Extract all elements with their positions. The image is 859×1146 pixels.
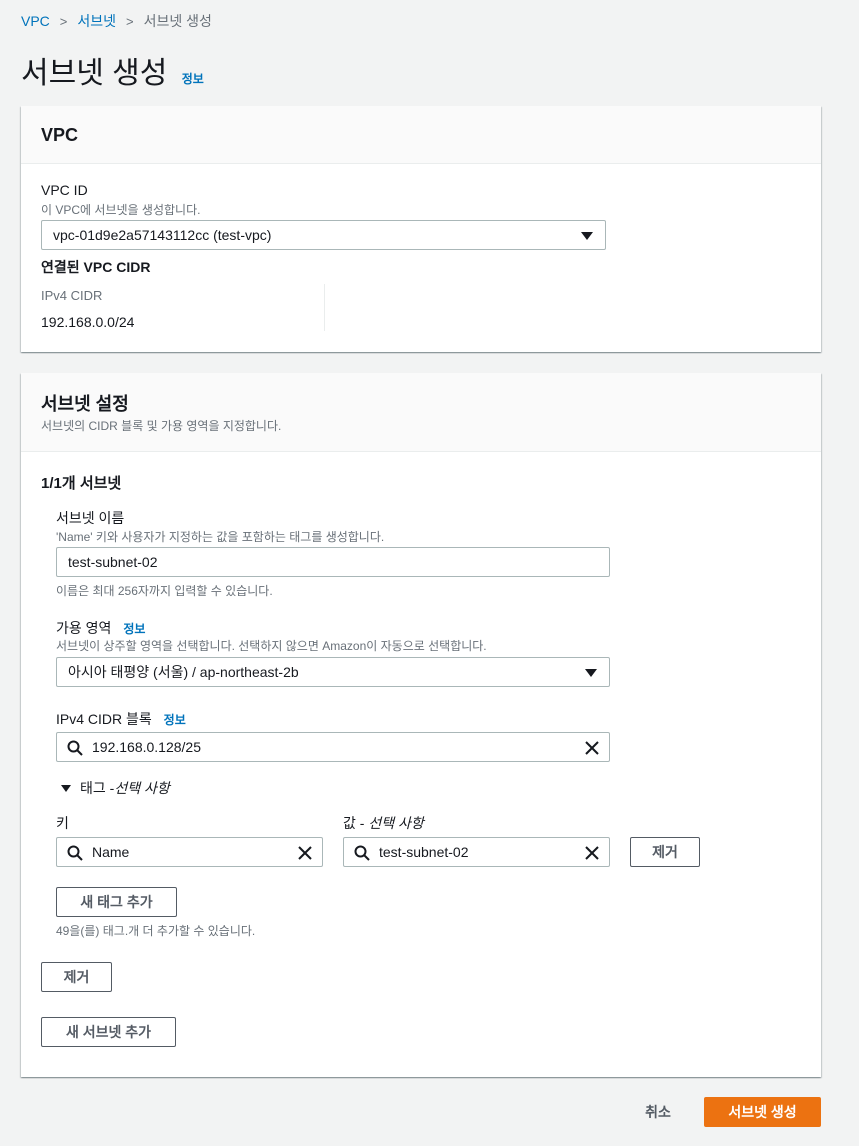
caret-down-icon [585,669,597,677]
az-selected-value: 아시아 태평양 (서울) / ap-northeast-2b [68,664,299,680]
cidr-block-input[interactable]: 192.168.0.128/25 [56,732,610,762]
remove-tag-button[interactable]: 제거 [630,837,700,867]
page-title-row: 서브넷 생성 정보 [21,48,204,92]
subnet-settings-header: 서브넷 설정 서브넷의 CIDR 블록 및 가용 영역을 지정합니다. [21,373,821,452]
vpc-id-selected-value: vpc-01d9e2a57143112cc (test-vpc) [53,227,272,243]
caret-down-icon [581,232,593,240]
cidr-block-label-row: IPv4 CIDR 블록 정보 [56,709,186,729]
ipv4-cidr-value: 192.168.0.0/24 [41,314,135,330]
page-title: 서브넷 생성 [21,57,168,90]
breadcrumb-current: 서브넷 생성 [143,13,212,29]
breadcrumb: VPC > 서브넷 > 서브넷 생성 [21,11,212,31]
search-icon [354,845,370,861]
associated-cidr-heading: 연결된 VPC CIDR [41,259,151,275]
tags-expander-optional: 선택 사항 [114,780,170,796]
subnet-name-value: test-subnet-02 [68,554,158,570]
subnet-settings-panel: 서브넷 설정 서브넷의 CIDR 블록 및 가용 영역을 지정합니다. 1/1개… [21,373,821,1077]
chevron-right-icon: > [126,13,134,29]
cidr-block-label: IPv4 CIDR 블록 [56,711,152,727]
subnet-name-input[interactable]: test-subnet-02 [56,547,610,577]
vpc-id-description: 이 VPC에 서브넷을 생성합니다. [41,203,201,217]
az-label-row: 가용 영역 정보 [56,618,145,638]
cancel-button[interactable]: 취소 [630,1097,686,1127]
tag-key-input[interactable]: Name [56,837,323,867]
vpc-panel-header: VPC [21,106,821,164]
subnet-settings-title: 서브넷 설정 [41,394,129,414]
tag-value-label-optional: 선택 사항 [368,815,424,831]
az-description: 서브넷이 상주할 영역을 선택합니다. 선택하지 않으면 Amazon이 자동으… [56,639,487,653]
cidr-block-info-link[interactable]: 정보 [164,713,186,727]
clear-icon[interactable] [584,845,600,861]
az-label: 가용 영역 [56,620,112,636]
az-select[interactable]: 아시아 태평양 (서울) / ap-northeast-2b [56,657,610,687]
ipv4-cidr-label: IPv4 CIDR [41,288,103,303]
chevron-right-icon: > [59,13,68,29]
page-info-link[interactable]: 정보 [182,72,204,86]
clear-icon[interactable] [584,740,600,756]
remove-subnet-button[interactable]: 제거 [41,962,112,992]
subnet-name-description: 'Name' 키와 사용자가 지정하는 값을 포함하는 태그를 생성합니다. [56,530,385,544]
tags-expander[interactable]: 태그 - 선택 사항 [61,778,170,798]
create-subnet-button[interactable]: 서브넷 생성 [704,1097,821,1127]
vpc-panel: VPC VPC ID 이 VPC에 서브넷을 생성합니다. vpc-01d9e2… [21,106,821,352]
subnet-settings-description: 서브넷의 CIDR 블록 및 가용 영역을 지정합니다. [41,419,282,433]
vpc-id-select[interactable]: vpc-01d9e2a57143112cc (test-vpc) [41,220,606,250]
subnet-name-label: 서브넷 이름 [56,510,125,526]
caret-down-icon [61,784,71,792]
column-divider [324,284,325,331]
tag-limit-hint: 49을(를) 태그.개 더 추가할 수 있습니다. [56,924,256,938]
clear-icon[interactable] [297,845,313,861]
tags-expander-label: 태그 - [80,780,115,796]
tag-value-label: 값 - [343,815,369,831]
tag-key-value: Name [92,844,130,860]
tag-value-input[interactable]: test-subnet-02 [343,837,610,867]
cidr-block-value: 192.168.0.128/25 [92,739,201,755]
subnet-count-label: 1/1개 서브넷 [41,475,122,492]
tag-value-label-row: 값 - 선택 사항 [343,813,424,833]
az-info-link[interactable]: 정보 [123,622,145,636]
breadcrumb-vpc-link[interactable]: VPC [21,13,50,29]
search-icon [67,740,83,756]
vpc-id-label: VPC ID [41,182,88,198]
breadcrumb-subnet-link[interactable]: 서브넷 [77,11,116,31]
add-subnet-button[interactable]: 새 서브넷 추가 [41,1017,176,1047]
subnet-name-hint: 이름은 최대 256자까지 입력할 수 있습니다. [56,584,273,598]
vpc-panel-title: VPC [41,125,79,145]
search-icon [67,845,83,861]
tag-value-value: test-subnet-02 [379,844,469,860]
tag-key-label: 키 [56,815,69,831]
add-tag-button[interactable]: 새 태그 추가 [56,887,177,917]
